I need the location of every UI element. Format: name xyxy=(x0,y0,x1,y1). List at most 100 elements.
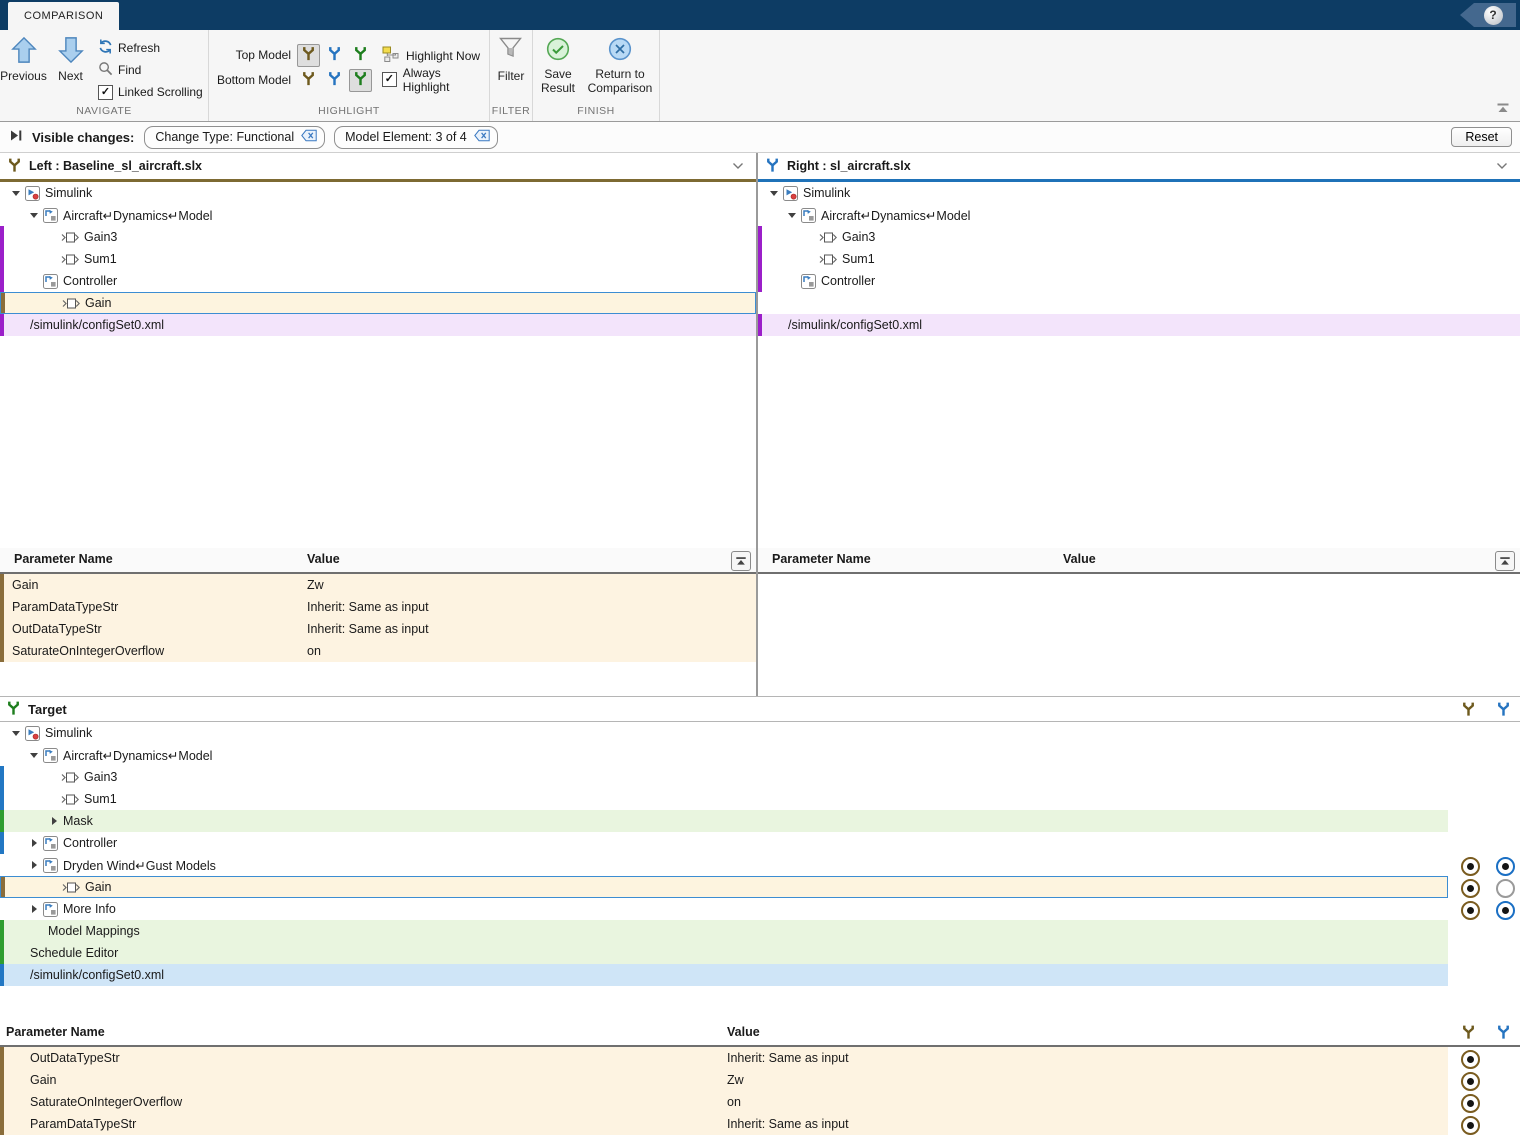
tree-row-main[interactable]: Schedule Editor xyxy=(0,942,1448,964)
previous-button[interactable]: Previous xyxy=(0,36,47,105)
subsystem-icon xyxy=(43,858,58,873)
tree-row[interactable]: Simulink xyxy=(758,182,1520,204)
tree-expand-open-icon[interactable] xyxy=(28,213,40,218)
tree-row[interactable]: More Info xyxy=(0,898,1520,920)
next-button[interactable]: Next xyxy=(47,36,94,105)
tree-row[interactable]: Sum1 xyxy=(0,788,1520,810)
tree-node-label: Gain3 xyxy=(84,770,117,784)
tree-expand-closed-icon[interactable] xyxy=(28,839,40,847)
tree-row-main[interactable]: Model Mappings xyxy=(0,920,1448,942)
top-model-target-button[interactable] xyxy=(349,44,372,67)
tree-expand-closed-icon[interactable] xyxy=(28,861,40,869)
help-button[interactable]: ? xyxy=(1460,3,1516,27)
right-pane-header[interactable]: Right : sl_aircraft.slx xyxy=(758,153,1520,179)
tree-expand-open-icon[interactable] xyxy=(10,731,22,736)
left-pane-header[interactable]: Left : Baseline_sl_aircraft.slx xyxy=(0,153,756,179)
left-version-radio[interactable] xyxy=(1461,1116,1480,1135)
tree-row[interactable]: Gain xyxy=(0,292,756,314)
tree-row[interactable]: Controller xyxy=(0,270,756,292)
tree-row[interactable]: Schedule Editor xyxy=(0,942,1520,964)
parameter-row[interactable]: GainZw xyxy=(0,574,756,596)
left-version-radio[interactable] xyxy=(1461,1050,1480,1069)
tab-comparison[interactable]: COMPARISON xyxy=(8,2,119,30)
filter-chip-change-type[interactable]: Change Type: Functional xyxy=(144,126,325,149)
chevron-down-icon[interactable] xyxy=(732,159,744,173)
parameter-row[interactable]: OutDataTypeStrInherit: Same as input xyxy=(0,618,756,640)
parameter-row[interactable]: OutDataTypeStrInherit: Same as input xyxy=(0,1047,1520,1069)
tree-row-main[interactable]: Gain xyxy=(0,876,1448,898)
tree-expand-open-icon[interactable] xyxy=(786,213,798,218)
tree-row[interactable]: /simulink/configSet0.xml xyxy=(0,964,1520,986)
tree-row-main[interactable]: More Info xyxy=(0,898,1448,920)
tree-row-main[interactable]: Mask xyxy=(0,810,1448,832)
parameter-row[interactable]: SaturateOnIntegerOverflowon xyxy=(0,640,756,662)
tree-row[interactable]: /simulink/configSet0.xml xyxy=(0,314,756,336)
collapse-table-button[interactable] xyxy=(731,551,751,571)
return-to-comparison-button[interactable]: Return to Comparison xyxy=(583,37,657,105)
top-model-left-button[interactable] xyxy=(297,44,320,67)
save-result-button[interactable]: Save Result xyxy=(535,37,581,105)
linked-scrolling-checkbox[interactable]: ✓ Linked Scrolling xyxy=(98,81,203,103)
parameter-row[interactable]: ParamDataTypeStrInherit: Same as input xyxy=(0,596,756,618)
tree-expand-closed-icon[interactable] xyxy=(48,817,60,825)
top-model-right-button[interactable] xyxy=(323,44,346,67)
collapse-table-button[interactable] xyxy=(1495,551,1515,571)
tree-row[interactable]: Controller xyxy=(758,270,1520,292)
tree-row[interactable]: Aircraft↵Dynamics↵Model xyxy=(758,204,1520,226)
tree-row[interactable]: /simulink/configSet0.xml xyxy=(758,314,1520,336)
always-highlight-checkbox[interactable]: ✓ Always Highlight xyxy=(382,70,489,90)
tree-row[interactable]: Gain3 xyxy=(758,226,1520,248)
right-version-radio[interactable] xyxy=(1496,901,1515,920)
parameter-row[interactable]: SaturateOnIntegerOverflowon xyxy=(0,1091,1520,1113)
tree-row[interactable]: Aircraft↵Dynamics↵Model xyxy=(0,204,756,226)
tree-row[interactable]: Gain xyxy=(0,876,1520,898)
left-version-radio[interactable] xyxy=(1461,901,1480,920)
bottom-model-right-button[interactable] xyxy=(323,69,346,92)
collapse-panel-icon[interactable] xyxy=(9,129,23,145)
left-version-radio[interactable] xyxy=(1461,1094,1480,1113)
right-version-radio[interactable] xyxy=(1496,857,1515,876)
tree-expand-open-icon[interactable] xyxy=(768,191,780,196)
parameter-row[interactable]: GainZw xyxy=(0,1069,1520,1091)
parameter-name: OutDataTypeStr xyxy=(12,622,102,636)
tree-row-main[interactable]: Dryden Wind↵Gust Models xyxy=(0,854,1448,876)
tree-row[interactable]: Gain3 xyxy=(0,766,1520,788)
tree-row-main[interactable]: Sum1 xyxy=(0,788,1448,810)
tree-row-main[interactable]: Controller xyxy=(0,832,1448,854)
tree-row[interactable]: Model Mappings xyxy=(0,920,1520,942)
left-version-radio[interactable] xyxy=(1461,1072,1480,1091)
tree-expand-closed-icon[interactable] xyxy=(28,905,40,913)
tree-row[interactable]: Aircraft↵Dynamics↵Model xyxy=(0,744,1520,766)
tree-expand-open-icon[interactable] xyxy=(10,191,22,196)
highlight-now-button[interactable]: Highlight Now xyxy=(382,46,489,66)
tree-row[interactable]: Sum1 xyxy=(0,248,756,270)
parameter-row[interactable]: ParamDataTypeStrInherit: Same as input xyxy=(0,1113,1520,1135)
tree-row[interactable]: Dryden Wind↵Gust Models xyxy=(0,854,1520,876)
filter-chip-model-element[interactable]: Model Element: 3 of 4 xyxy=(334,126,498,149)
bottom-model-target-button[interactable] xyxy=(349,69,372,92)
find-button[interactable]: Find xyxy=(98,59,203,81)
right-version-radio[interactable] xyxy=(1496,879,1515,898)
tree-expand-open-icon[interactable] xyxy=(28,753,40,758)
tree-row-main[interactable]: Aircraft↵Dynamics↵Model xyxy=(0,744,1448,766)
tree-row[interactable]: Sum1 xyxy=(758,248,1520,270)
left-version-radio[interactable] xyxy=(1461,879,1480,898)
minimize-ribbon-button[interactable] xyxy=(1496,102,1510,117)
tree-row[interactable]: Mask xyxy=(0,810,1520,832)
remove-filter-icon[interactable] xyxy=(301,129,317,145)
bottom-model-left-button[interactable] xyxy=(297,69,320,92)
tree-row[interactable]: Controller xyxy=(0,832,1520,854)
tree-row[interactable]: Simulink xyxy=(0,722,1520,744)
tree-row-main[interactable]: Simulink xyxy=(0,722,1448,744)
tree-row-main[interactable]: /simulink/configSet0.xml xyxy=(0,964,1448,986)
tree-node-label: Sum1 xyxy=(842,252,875,266)
reset-button[interactable]: Reset xyxy=(1451,127,1512,147)
chevron-down-icon[interactable] xyxy=(1496,159,1508,173)
filter-button[interactable]: Filter xyxy=(498,37,525,105)
tree-row[interactable]: Gain3 xyxy=(0,226,756,248)
refresh-button[interactable]: Refresh xyxy=(98,37,203,59)
left-version-radio[interactable] xyxy=(1461,857,1480,876)
remove-filter-icon[interactable] xyxy=(474,129,490,145)
tree-row-main[interactable]: Gain3 xyxy=(0,766,1448,788)
tree-row[interactable]: Simulink xyxy=(0,182,756,204)
